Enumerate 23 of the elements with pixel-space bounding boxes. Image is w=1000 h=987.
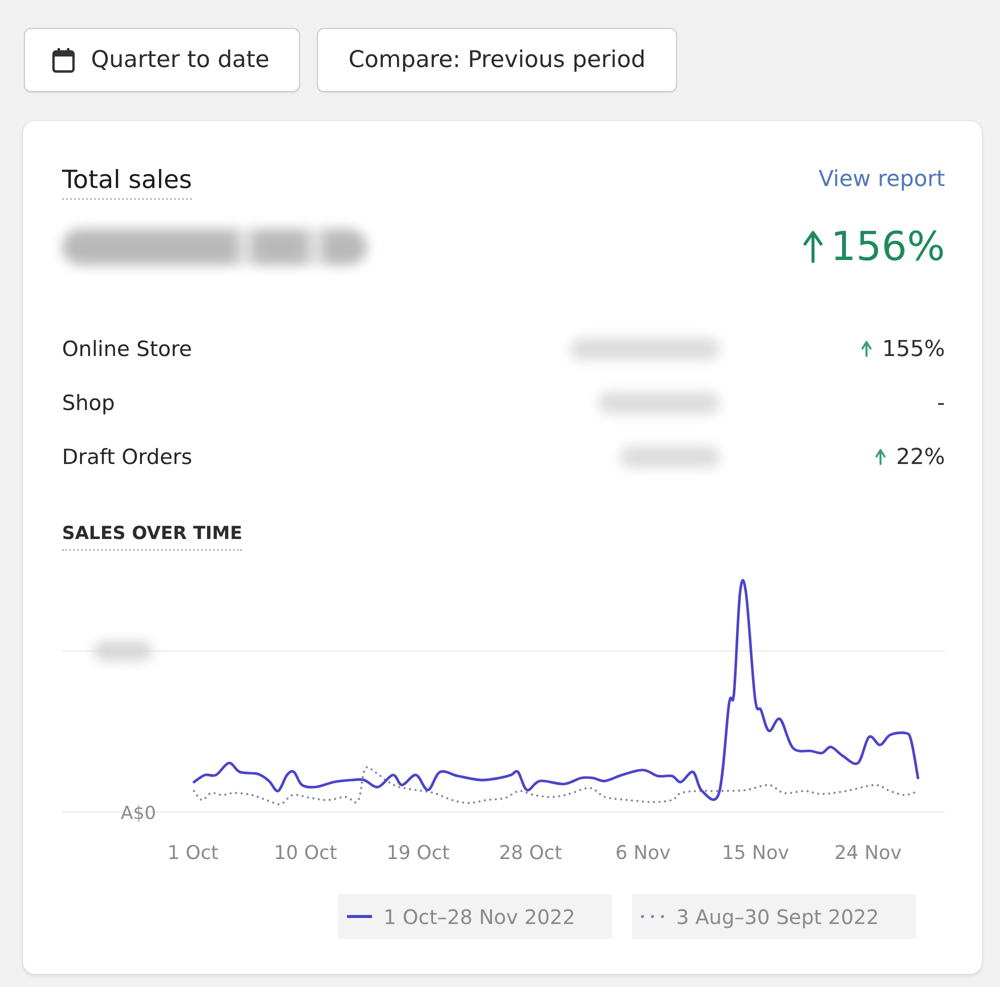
calendar-icon [52, 48, 75, 72]
axis-label: 28 Oct [498, 842, 562, 864]
axis-label: 24 Nov [834, 842, 902, 864]
total-change: 156% [830, 223, 945, 271]
channel-change: 155% [882, 336, 945, 362]
axis-label: 15 Nov [722, 842, 790, 864]
axis-label: A$0 [120, 803, 156, 824]
card-title: Total sales [62, 165, 192, 200]
channel-name: Draft Orders [62, 445, 194, 469]
channel-change: - [937, 390, 945, 416]
axis-label: 19 Oct [386, 842, 450, 864]
legend-label: 3 Aug–30 Sept 2022 [676, 904, 879, 928]
axis-label: 10 Oct [274, 842, 338, 864]
axis-label: 1 Oct [168, 842, 218, 864]
view-report-link[interactable]: View report [818, 165, 945, 195]
legend-label: 1 Oct–28 Nov 2022 [384, 904, 576, 928]
section-title: SALES OVER TIME [62, 522, 242, 551]
channel-name: Online Store [62, 337, 193, 361]
channel-change: 22% [896, 444, 945, 470]
channel-name: Shop [62, 391, 116, 415]
date-range-button[interactable]: Quarter to date [24, 28, 300, 92]
compare-button[interactable]: Compare: Previous period [317, 28, 677, 92]
axis-label: 6 Nov [615, 842, 671, 864]
